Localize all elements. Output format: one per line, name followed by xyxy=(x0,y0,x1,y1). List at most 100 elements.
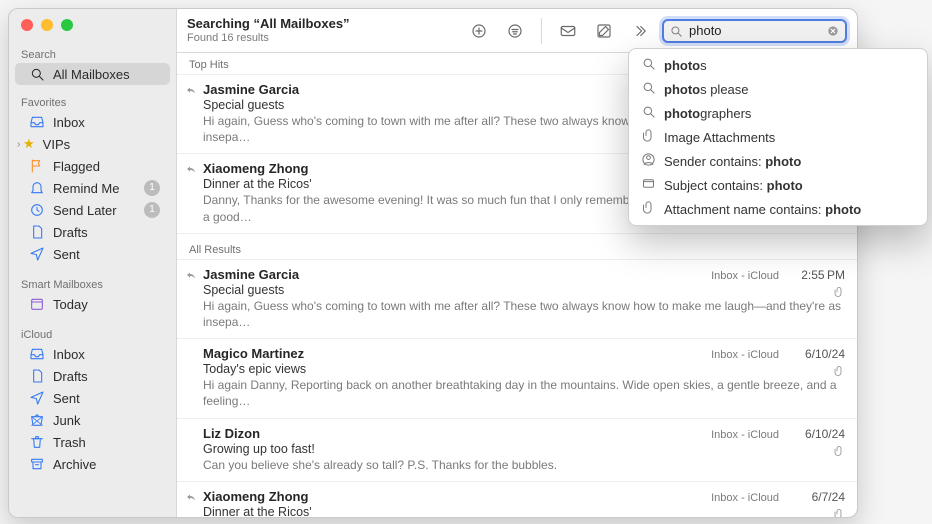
message-preview: Can you believe she's already so tall? P… xyxy=(203,457,845,473)
message-sender: Jasmine Garcia xyxy=(203,82,299,97)
sidebar-item-send-later[interactable]: Send Later 1 xyxy=(15,199,170,221)
sidebar-item-icloud-junk[interactable]: Junk xyxy=(15,409,170,431)
results-count: Found 16 results xyxy=(187,32,350,45)
replied-icon xyxy=(185,84,197,99)
archive-icon xyxy=(29,456,45,472)
sidebar-item-label: Remind Me xyxy=(53,181,119,196)
badge-count: 1 xyxy=(144,202,160,218)
zoom-window-button[interactable] xyxy=(61,19,73,31)
document-icon xyxy=(29,224,45,240)
sidebar-item-icloud-drafts[interactable]: Drafts xyxy=(15,365,170,387)
message-sender: Liz Dizon xyxy=(203,426,260,441)
clear-search-icon[interactable] xyxy=(826,24,840,38)
message-date: 2:55 PM xyxy=(787,268,845,282)
sidebar-item-label: Flagged xyxy=(53,159,100,174)
sidebar-item-icloud-inbox[interactable]: Inbox xyxy=(15,343,170,365)
compose-button[interactable] xyxy=(590,19,618,43)
sidebar-item-inbox[interactable]: Inbox xyxy=(15,111,170,133)
sidebar-section-icloud: iCloud xyxy=(9,325,176,343)
compose-icon xyxy=(595,22,613,40)
suggestion-text: Attachment name contains: photo xyxy=(664,202,861,217)
attachment-icon xyxy=(833,365,845,380)
sidebar-item-flagged[interactable]: Flagged xyxy=(15,155,170,177)
message-mailbox: Inbox - iCloud xyxy=(711,349,779,361)
sidebar-item-icloud-trash[interactable]: Trash xyxy=(15,431,170,453)
sidebar-item-all-mailboxes[interactable]: All Mailboxes xyxy=(15,63,170,85)
sidebar-item-label: Drafts xyxy=(53,225,88,240)
search-input[interactable] xyxy=(687,22,822,39)
add-button[interactable] xyxy=(465,19,493,43)
message-mailbox: Inbox - iCloud xyxy=(711,429,779,441)
search-suggestions-popover: photos photos please photographers Image… xyxy=(628,48,928,226)
suggestion-text: Image Attachments xyxy=(664,130,775,145)
message-row[interactable]: Xiaomeng Zhong Inbox - iCloud 6/7/24 Din… xyxy=(177,482,857,517)
search-suggestion[interactable]: Image Attachments xyxy=(629,125,927,149)
sidebar-item-icloud-archive[interactable]: Archive xyxy=(15,453,170,475)
search-suggestion[interactable]: Sender contains: photo xyxy=(629,149,927,173)
toolbar-title-block: Searching “All Mailboxes” Found 16 resul… xyxy=(187,17,350,45)
sidebar-item-sent[interactable]: Sent xyxy=(15,243,170,265)
message-row[interactable]: Magico Martinez Inbox - iCloud 6/10/24 T… xyxy=(177,339,857,418)
suggestion-text: photos xyxy=(664,58,707,73)
bell-icon xyxy=(29,180,45,196)
inbox-icon xyxy=(29,114,45,130)
page-title: Searching “All Mailboxes” xyxy=(187,17,350,32)
search-icon xyxy=(641,104,656,122)
flag-icon xyxy=(29,158,45,174)
sidebar-item-drafts[interactable]: Drafts xyxy=(15,221,170,243)
sidebar-item-label: Inbox xyxy=(53,347,85,362)
trash-icon xyxy=(29,434,45,450)
sidebar-item-remind-me[interactable]: Remind Me 1 xyxy=(15,177,170,199)
sidebar-item-label: VIPs xyxy=(43,137,70,152)
message-row[interactable]: Jasmine Garcia Inbox - iCloud 2:55 PM Sp… xyxy=(177,260,857,339)
mailboxes-button[interactable] xyxy=(554,19,582,43)
sidebar-item-label: Drafts xyxy=(53,369,88,384)
attachment-icon xyxy=(833,445,845,460)
calendar-icon xyxy=(29,296,45,312)
clip-icon xyxy=(641,200,656,218)
minimize-window-button[interactable] xyxy=(41,19,53,31)
suggestion-text: photographers xyxy=(664,106,751,121)
paperplane-icon xyxy=(29,390,45,406)
message-subject: Today's epic views xyxy=(203,362,845,376)
plus-circle-icon xyxy=(470,22,488,40)
sidebar-item-vips[interactable]: › ★ VIPs xyxy=(15,133,170,155)
sidebar-item-label: Trash xyxy=(53,435,86,450)
close-window-button[interactable] xyxy=(21,19,33,31)
sidebar-item-icloud-sent[interactable]: Sent xyxy=(15,387,170,409)
sidebar-item-label: Send Later xyxy=(53,203,117,218)
message-subject: Dinner at the Ricos' xyxy=(203,505,845,517)
filter-icon xyxy=(506,22,524,40)
clip-icon xyxy=(641,128,656,146)
chevron-right-icon[interactable]: › xyxy=(17,139,20,150)
attachment-icon xyxy=(833,508,845,517)
search-suggestion[interactable]: Subject contains: photo xyxy=(629,173,927,197)
search-field[interactable] xyxy=(662,19,847,43)
sidebar-item-today[interactable]: Today xyxy=(15,293,170,315)
sidebar-item-label: Sent xyxy=(53,247,80,262)
search-icon xyxy=(29,66,45,82)
sidebar-item-label: Inbox xyxy=(53,115,85,130)
sidebar-item-label: Junk xyxy=(53,413,80,428)
paperplane-icon xyxy=(29,246,45,262)
search-suggestion[interactable]: photos xyxy=(629,53,927,77)
filter-button[interactable] xyxy=(501,19,529,43)
message-sender: Xiaomeng Zhong xyxy=(203,161,308,176)
message-preview: Hi again, Guess who's coming to town wit… xyxy=(203,298,845,330)
sidebar-section-search: Search xyxy=(9,45,176,63)
message-row[interactable]: Liz Dizon Inbox - iCloud 6/10/24 Growing… xyxy=(177,419,857,482)
search-suggestion[interactable]: Attachment name contains: photo xyxy=(629,197,927,221)
replied-icon xyxy=(185,491,197,506)
replied-icon xyxy=(185,269,197,284)
envelope-icon xyxy=(559,22,577,40)
attachment-icon xyxy=(833,286,845,301)
subject-icon xyxy=(641,176,656,194)
search-suggestion[interactable]: photographers xyxy=(629,101,927,125)
suggestion-text: photos please xyxy=(664,82,749,97)
search-suggestion[interactable]: photos please xyxy=(629,77,927,101)
suggestion-text: Sender contains: photo xyxy=(664,154,801,169)
toolbar-overflow-button[interactable] xyxy=(626,19,654,43)
message-date: 6/10/24 xyxy=(787,347,845,361)
message-mailbox: Inbox - iCloud xyxy=(711,270,779,282)
message-subject: Growing up too fast! xyxy=(203,442,845,456)
